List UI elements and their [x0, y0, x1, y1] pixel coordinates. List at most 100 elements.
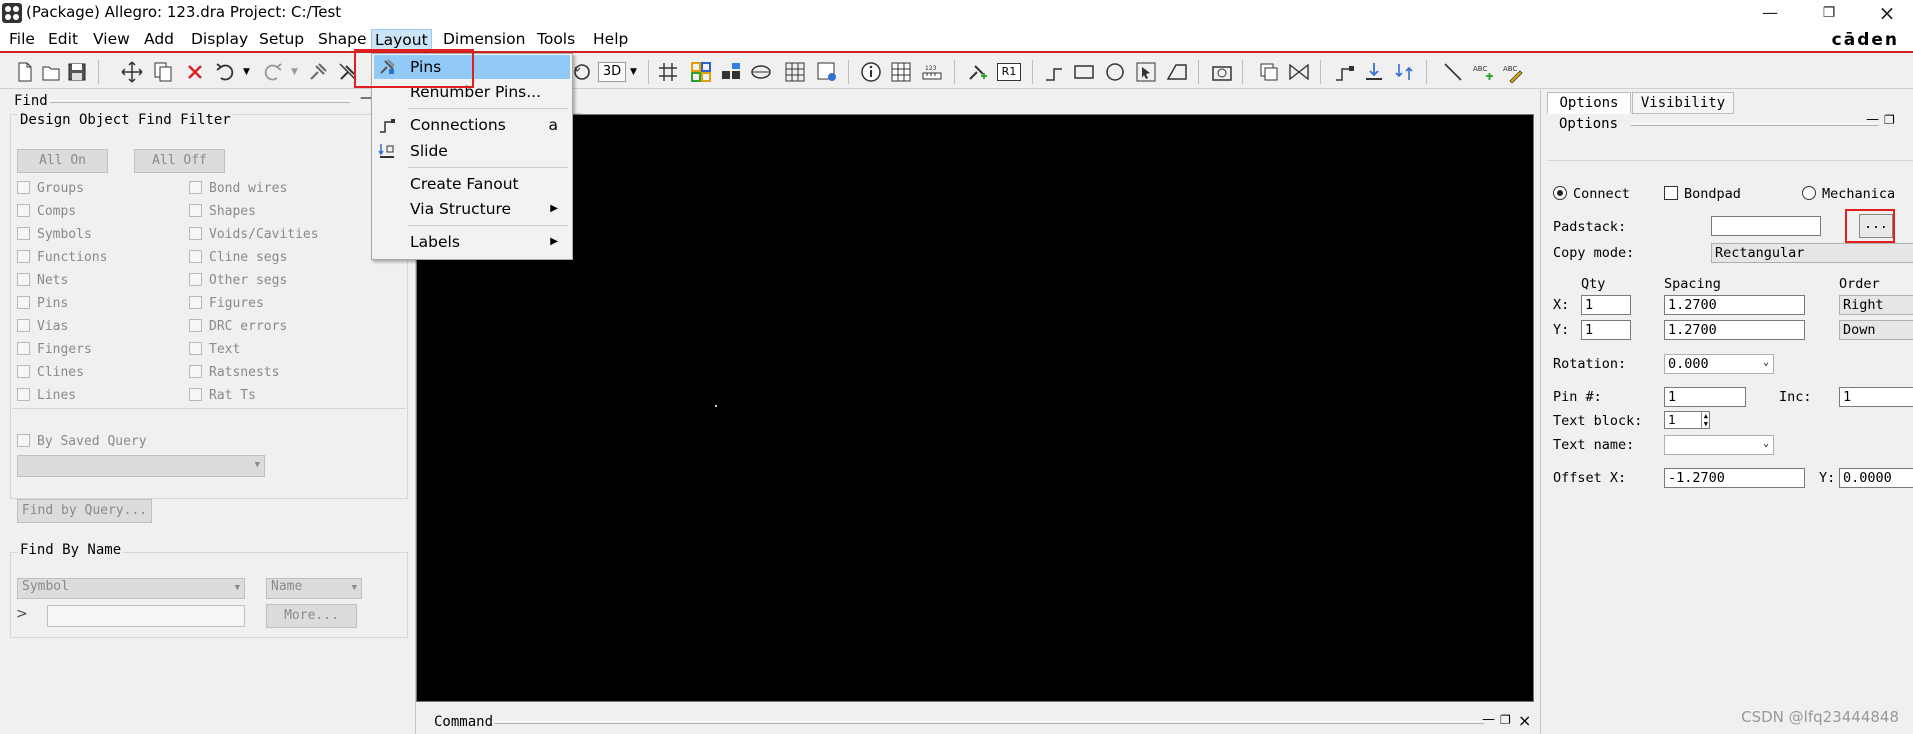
snapshot-icon[interactable]: [1211, 61, 1233, 83]
options-float-icon[interactable]: ❐: [1884, 113, 1895, 127]
save-icon[interactable]: [66, 61, 88, 83]
more-button[interactable]: More...: [266, 604, 357, 628]
text-name-dropdown[interactable]: ⌄: [1664, 435, 1774, 455]
mechanical-radio[interactable]: Mechanica: [1802, 186, 1895, 202]
r1-button[interactable]: R1: [997, 63, 1021, 81]
undo-icon[interactable]: [214, 61, 236, 83]
expand-icon[interactable]: >: [16, 606, 28, 622]
filter-pins[interactable]: Pins: [17, 296, 68, 311]
design-canvas[interactable]: [416, 114, 1534, 702]
color-icon[interactable]: [690, 61, 712, 83]
find-by-query-button[interactable]: Find by Query...: [17, 499, 152, 523]
offset-y-input[interactable]: 0.0000: [1839, 468, 1913, 488]
menu-view[interactable]: View: [90, 29, 133, 49]
menu-item-connections[interactable]: Connections a: [374, 113, 570, 137]
filter-clines[interactable]: Clines: [17, 365, 84, 380]
menu-dimension[interactable]: Dimension: [440, 29, 528, 49]
menu-display[interactable]: Display: [188, 29, 251, 49]
filter-lines[interactable]: Lines: [17, 388, 76, 403]
filter-bond-wires[interactable]: Bond wires: [189, 181, 287, 196]
view-3d-button[interactable]: 3D: [598, 62, 626, 82]
filter-symbols[interactable]: Symbols: [17, 227, 92, 242]
x-order-dropdown[interactable]: Right: [1839, 295, 1913, 315]
filter-text[interactable]: Text: [189, 342, 240, 357]
constraint-manager-icon[interactable]: [816, 61, 838, 83]
by-saved-query-checkbox[interactable]: By Saved Query: [17, 434, 147, 449]
bondpad-checkbox[interactable]: Bondpad: [1664, 186, 1741, 202]
copy-icon[interactable]: [152, 61, 174, 83]
text-block-spinner[interactable]: 1 ▲ ▼: [1664, 411, 1710, 429]
add-pin-icon[interactable]: [966, 61, 988, 83]
rectangle-icon[interactable]: [1073, 61, 1095, 83]
rotate-icon[interactable]: [571, 61, 593, 83]
command-minimize-icon[interactable]: —: [1482, 712, 1495, 727]
pin-tool-icon[interactable]: [307, 61, 329, 83]
menu-shape[interactable]: Shape: [315, 29, 370, 49]
layers-icon[interactable]: [1258, 61, 1280, 83]
all-on-button[interactable]: All On: [17, 149, 108, 173]
add-text-icon[interactable]: ABC: [1472, 61, 1494, 83]
undo-dropdown-icon[interactable]: ▼: [243, 67, 250, 77]
filter-drc-errors[interactable]: DRC errors: [189, 319, 287, 334]
copy-mode-dropdown[interactable]: Rectangular: [1711, 243, 1913, 263]
line-icon[interactable]: [1442, 61, 1464, 83]
offset-x-input[interactable]: -1.2700: [1664, 468, 1805, 488]
circle-icon[interactable]: [1104, 61, 1126, 83]
swap-icon[interactable]: [1394, 61, 1416, 83]
restore-icon[interactable]: ❐: [1815, 2, 1843, 24]
bowtie-icon[interactable]: [1288, 61, 1310, 83]
filter-rat-ts[interactable]: Rat Ts: [189, 388, 256, 403]
y-spacing-input[interactable]: 1.2700: [1664, 320, 1805, 340]
fanout-icon[interactable]: [1363, 61, 1385, 83]
filter-ratsnests[interactable]: Ratsnests: [189, 365, 279, 380]
pin-number-input[interactable]: 1: [1664, 387, 1746, 407]
name-type-dropdown[interactable]: Symbol ▼: [17, 578, 245, 599]
panel-grip[interactable]: [50, 100, 350, 103]
filter-other-segs[interactable]: Other segs: [189, 273, 287, 288]
name-mode-dropdown[interactable]: Name ▼: [266, 578, 362, 599]
move-icon[interactable]: [121, 61, 143, 83]
menu-add[interactable]: Add: [141, 29, 177, 49]
new-file-icon[interactable]: [14, 61, 36, 83]
edit-shape-icon[interactable]: [1166, 61, 1188, 83]
open-file-icon[interactable]: [40, 61, 62, 83]
filter-nets[interactable]: Nets: [17, 273, 68, 288]
cm-grid-icon[interactable]: [784, 61, 806, 83]
y-order-dropdown[interactable]: Down: [1839, 320, 1913, 340]
filter-voids-cavities[interactable]: Voids/Cavities: [189, 227, 319, 242]
route-icon[interactable]: [1333, 61, 1355, 83]
command-close-icon[interactable]: ×: [1518, 711, 1531, 730]
tab-visibility[interactable]: Visibility: [1632, 92, 1734, 114]
menu-setup[interactable]: Setup: [256, 29, 307, 49]
filter-groups[interactable]: Groups: [17, 181, 84, 196]
layer-visibility-icon[interactable]: [720, 61, 742, 83]
menu-tools[interactable]: Tools: [534, 29, 578, 49]
filter-comps[interactable]: Comps: [17, 204, 76, 219]
menu-layout[interactable]: Layout: [371, 29, 432, 51]
redo-icon[interactable]: [262, 61, 284, 83]
options-panel-grip[interactable]: [1631, 123, 1879, 126]
padstack-input[interactable]: [1711, 216, 1821, 236]
filter-shapes[interactable]: Shapes: [189, 204, 256, 219]
filter-cline-segs[interactable]: Cline segs: [189, 250, 287, 265]
grid-icon[interactable]: [657, 61, 679, 83]
tab-options[interactable]: Options: [1547, 92, 1631, 114]
find-name-input[interactable]: [47, 605, 245, 627]
menu-item-via-structure[interactable]: Via Structure ▶: [374, 197, 570, 221]
filter-figures[interactable]: Figures: [189, 296, 264, 311]
filter-vias[interactable]: Vias: [17, 319, 68, 334]
view-3d-dropdown-icon[interactable]: ▼: [630, 67, 637, 77]
command-panel-grip[interactable]: [494, 721, 1484, 724]
menu-help[interactable]: Help: [590, 29, 631, 49]
menu-file[interactable]: File: [6, 29, 38, 49]
all-off-button[interactable]: All Off: [134, 149, 225, 173]
connect-radio[interactable]: Connect: [1553, 186, 1630, 202]
saved-query-dropdown[interactable]: ▼: [17, 455, 265, 477]
x-spacing-input[interactable]: 1.2700: [1664, 295, 1805, 315]
menu-edit[interactable]: Edit: [45, 29, 81, 49]
delete-icon[interactable]: [184, 61, 206, 83]
measure-icon[interactable]: 123: [921, 61, 943, 83]
menu-item-create-fanout[interactable]: Create Fanout: [374, 172, 570, 196]
y-qty-input[interactable]: 1: [1581, 320, 1631, 340]
report-icon[interactable]: [890, 61, 912, 83]
